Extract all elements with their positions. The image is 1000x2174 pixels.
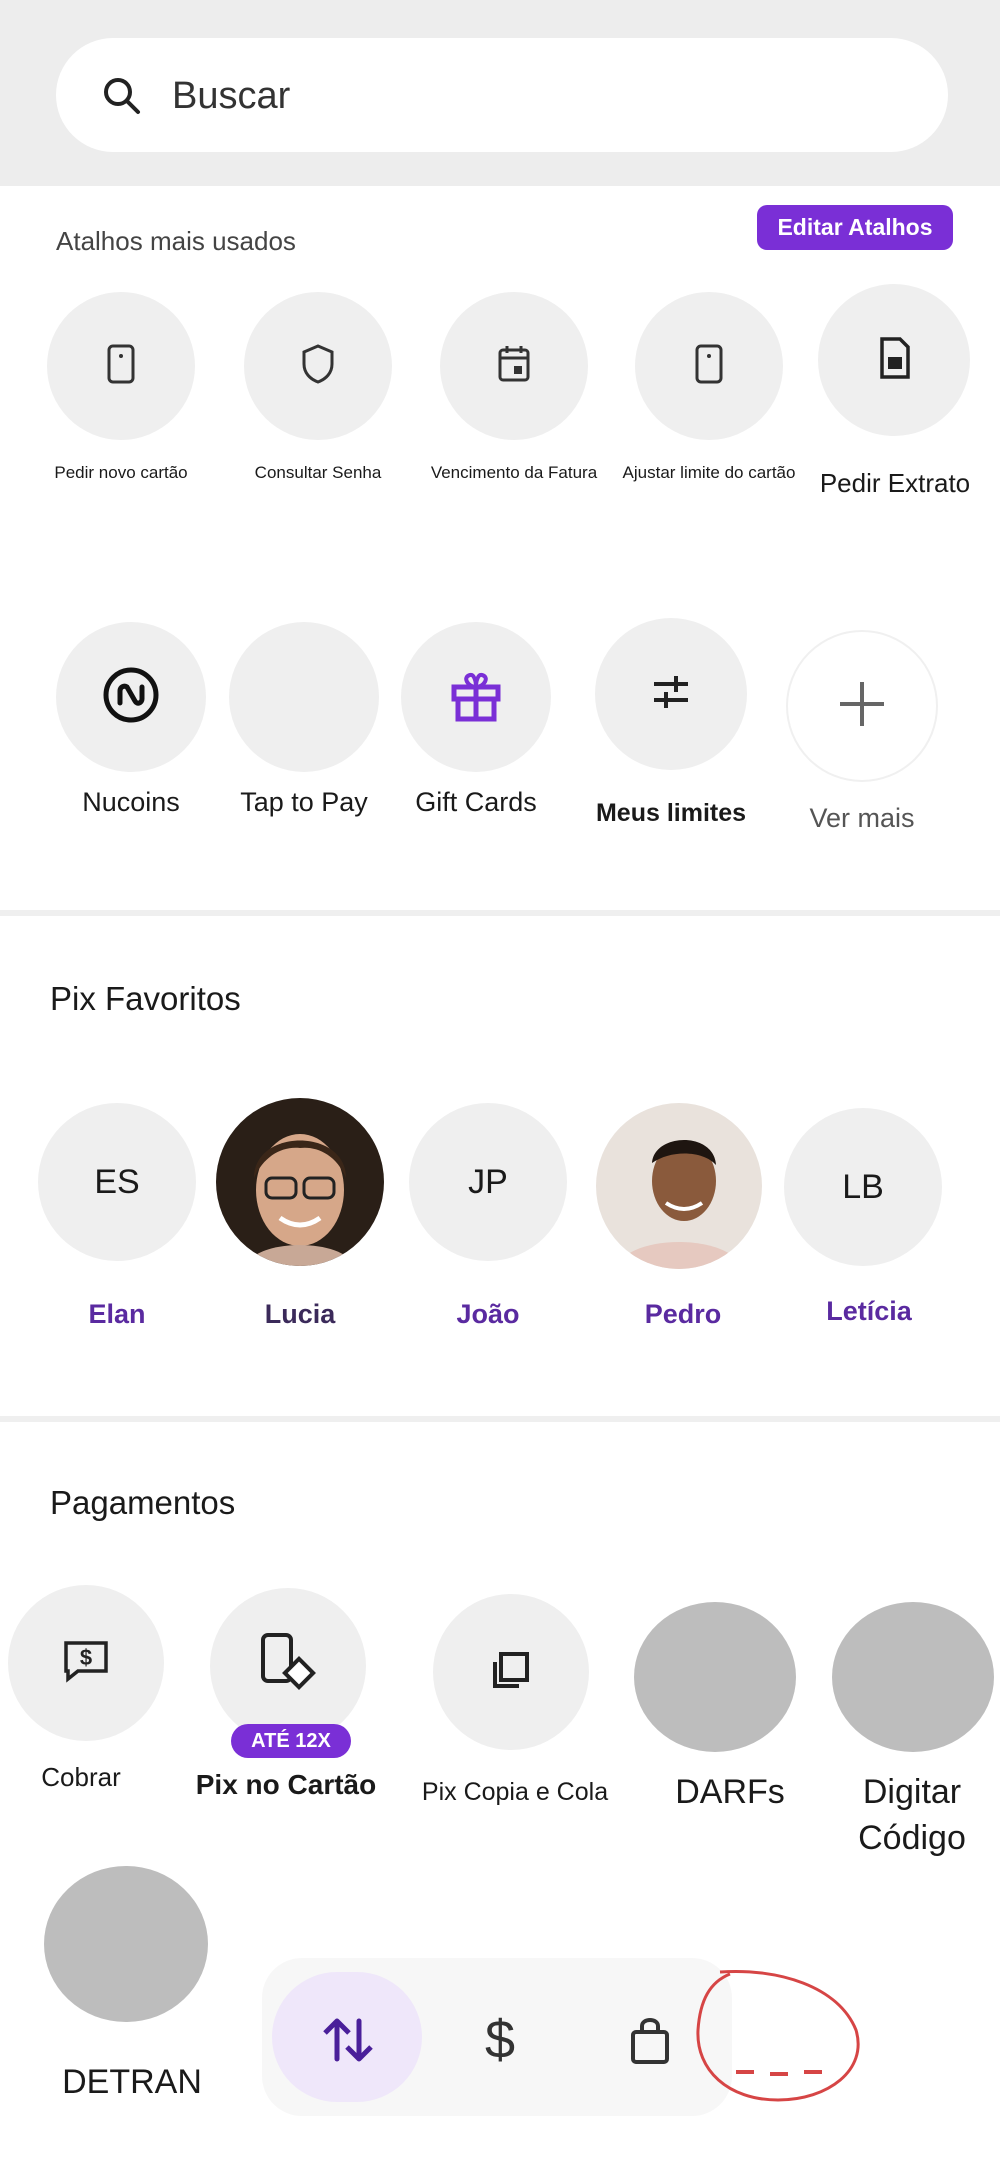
svg-text:$: $ [485, 2010, 515, 2070]
dollar-chat-icon: $ [60, 1637, 112, 1690]
contact-name: Elan [88, 1299, 146, 1329]
payment-label: Pix Copia e Cola [421, 1778, 609, 1806]
payment-label: DETRAN [62, 2063, 202, 2101]
card-icon [101, 342, 141, 391]
payment-label: Pix no Cartão [195, 1769, 377, 1800]
contact-name: Letícia [826, 1296, 912, 1326]
shortcut-label: Gift Cards [415, 787, 537, 817]
shortcut-label: Ver mais [809, 803, 915, 833]
shortcut-see-more[interactable] [786, 630, 938, 782]
search-icon [98, 72, 146, 120]
search-placeholder: Buscar [172, 75, 291, 117]
divider [0, 910, 1000, 916]
payment-label: DARFs [675, 1773, 785, 1811]
search-input[interactable]: Buscar [56, 38, 948, 152]
contact-initials: ES [94, 1162, 140, 1201]
payment-pix-copy-paste[interactable] [433, 1594, 589, 1750]
shopping-bag-icon[interactable] [622, 2010, 678, 2070]
shortcut-label: Nucoins [82, 787, 180, 817]
shortcut-label: Tap to Pay [240, 787, 368, 817]
dollar-icon[interactable]: $ [470, 2004, 530, 2074]
payment-enter-code[interactable] [832, 1602, 994, 1752]
payment-detran[interactable] [44, 1866, 208, 2022]
sliders-icon [646, 672, 696, 717]
contact-avatar[interactable]: ES [38, 1103, 196, 1261]
edit-shortcuts-button[interactable]: Editar Atalhos [757, 205, 953, 250]
phone-pix-icon [253, 1629, 323, 1704]
annotation-scribble [696, 1969, 860, 2102]
shortcut-label: Ajustar limite do cartão [622, 463, 796, 482]
contact-avatar[interactable]: JP [409, 1103, 567, 1261]
payment-charge[interactable]: $ [8, 1585, 164, 1741]
payments-title: Pagamentos [50, 1484, 236, 1521]
shortcut-gift-cards[interactable] [401, 622, 551, 772]
payment-pix-card[interactable] [210, 1588, 366, 1744]
shortcut-card-limit[interactable] [635, 292, 783, 440]
shortcut-label: Consultar Senha [254, 463, 382, 482]
shortcut-statement[interactable] [818, 284, 970, 436]
contact-avatar[interactable]: LB [784, 1108, 942, 1266]
shortcut-label: Vencimento da Fatura [430, 463, 598, 482]
contact-name: João [456, 1299, 520, 1329]
shortcut-label: Meus limites [595, 799, 747, 827]
shortcut-nucoins[interactable] [56, 622, 206, 772]
contact-name: Lucia [264, 1299, 336, 1329]
shortcut-label: Pedir Extrato [819, 468, 971, 498]
shortcut-new-card[interactable] [47, 292, 195, 440]
divider [0, 1416, 1000, 1422]
payment-label: Cobrar [41, 1762, 121, 1792]
shortcut-due-date[interactable] [440, 292, 588, 440]
transfer-arrows-icon[interactable] [312, 2012, 382, 2068]
card-icon [689, 342, 729, 391]
shortcut-my-limits[interactable] [595, 618, 747, 770]
shield-icon [298, 342, 338, 391]
pix-favorites-title: Pix Favoritos [50, 980, 241, 1017]
gift-icon [446, 665, 506, 730]
document-icon [874, 335, 914, 386]
nucoin-icon [101, 665, 161, 730]
avatar[interactable] [216, 1098, 384, 1266]
calendar-icon [494, 342, 534, 391]
contact-initials: LB [842, 1167, 884, 1206]
shortcuts-title: Atalhos mais usados [56, 226, 296, 256]
contact-initials: JP [468, 1162, 508, 1201]
shortcut-password[interactable] [244, 292, 392, 440]
copy-icon [487, 1646, 535, 1699]
shortcut-tap-to-pay[interactable] [229, 622, 379, 772]
avatar[interactable] [596, 1103, 762, 1269]
installments-badge: ATÉ 12X [231, 1724, 351, 1758]
payment-darfs[interactable] [634, 1602, 796, 1752]
plus-icon [834, 676, 890, 737]
svg-text:$: $ [80, 1645, 92, 1670]
shortcut-label: Pedir novo cartão [54, 463, 188, 482]
contact-name: Pedro [644, 1299, 722, 1329]
payment-label: Digitar Código [858, 1773, 966, 1857]
